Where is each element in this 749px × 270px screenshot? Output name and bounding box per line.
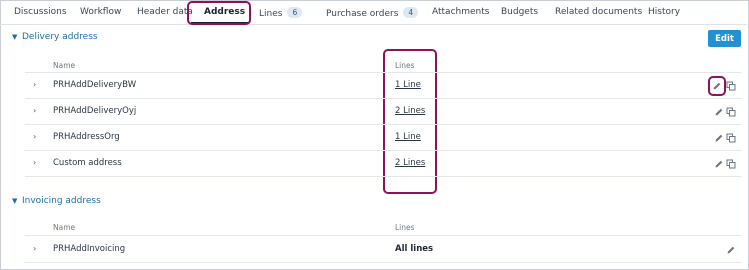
invoicing-column-name: Name	[53, 223, 76, 232]
chevron-right-icon[interactable]: ›	[33, 244, 36, 253]
divider	[25, 235, 741, 236]
chevron-right-icon[interactable]: ›	[33, 132, 36, 141]
address-name: Custom address	[53, 158, 122, 168]
tab-discussions[interactable]: Discussions	[14, 7, 67, 17]
edit-button[interactable]: Edit	[708, 30, 741, 47]
lines-value: All lines	[395, 244, 434, 254]
tab-purchase-orders[interactable]: Purchase orders 4	[326, 7, 419, 19]
highlight-box-address-tab	[187, 1, 251, 25]
lines-link[interactable]: 1 Line	[395, 80, 421, 90]
pencil-icon[interactable]	[714, 107, 724, 117]
pencil-icon[interactable]	[714, 159, 724, 169]
tab-lines[interactable]: Lines 6	[259, 7, 303, 19]
chevron-down-icon: ▼	[12, 33, 18, 41]
copy-icon[interactable]	[726, 133, 736, 143]
pencil-icon[interactable]	[714, 133, 724, 143]
copy-icon[interactable]	[726, 81, 736, 91]
delivery-address-title: Delivery address	[22, 32, 98, 42]
tab-related-documents[interactable]: Related documents	[555, 7, 642, 17]
divider	[25, 98, 741, 99]
highlight-box-lines-column	[383, 49, 437, 194]
tab-header-data[interactable]: Header data	[137, 7, 193, 17]
delivery-column-lines: Lines	[395, 61, 415, 70]
divider	[25, 262, 741, 263]
tab-lines-label: Lines	[259, 9, 283, 19]
delivery-address-section-toggle[interactable]: ▼ Delivery address	[12, 32, 98, 42]
chevron-right-icon[interactable]: ›	[33, 158, 36, 167]
address-name: PRHAddDeliveryOyj	[53, 106, 137, 116]
delivery-column-name: Name	[53, 61, 76, 70]
copy-icon[interactable]	[726, 107, 736, 117]
tab-workflow[interactable]: Workflow	[80, 7, 121, 17]
divider	[25, 124, 741, 125]
tab-history[interactable]: History	[648, 7, 680, 17]
tab-budgets[interactable]: Budgets	[501, 7, 538, 17]
divider	[25, 72, 741, 73]
divider	[25, 150, 741, 151]
lines-link[interactable]: 1 Line	[395, 132, 421, 142]
chevron-down-icon: ▼	[12, 197, 18, 205]
invoicing-address-section-toggle[interactable]: ▼ Invoicing address	[12, 196, 101, 206]
address-name: PRHAddDeliveryBW	[53, 80, 137, 90]
address-name: PRHAddInvoicing	[53, 244, 126, 254]
lines-link[interactable]: 2 Lines	[395, 158, 425, 168]
divider	[25, 176, 741, 177]
tab-purchase-orders-label: Purchase orders	[326, 9, 399, 19]
chevron-right-icon[interactable]: ›	[33, 106, 36, 115]
invoicing-address-title: Invoicing address	[22, 196, 101, 206]
pencil-icon[interactable]	[712, 81, 722, 91]
copy-icon[interactable]	[726, 159, 736, 169]
pencil-icon[interactable]	[726, 245, 736, 255]
chevron-right-icon[interactable]: ›	[33, 80, 36, 89]
address-name: PRHAddressOrg	[53, 132, 120, 142]
tab-bar: Discussions Workflow Header data Address…	[0, 0, 747, 25]
tab-purchase-orders-count-badge: 4	[403, 7, 419, 18]
lines-link[interactable]: 2 Lines	[395, 106, 425, 116]
invoicing-column-lines: Lines	[395, 223, 415, 232]
tab-attachments[interactable]: Attachments	[432, 7, 489, 17]
tab-lines-count-badge: 6	[287, 7, 303, 18]
